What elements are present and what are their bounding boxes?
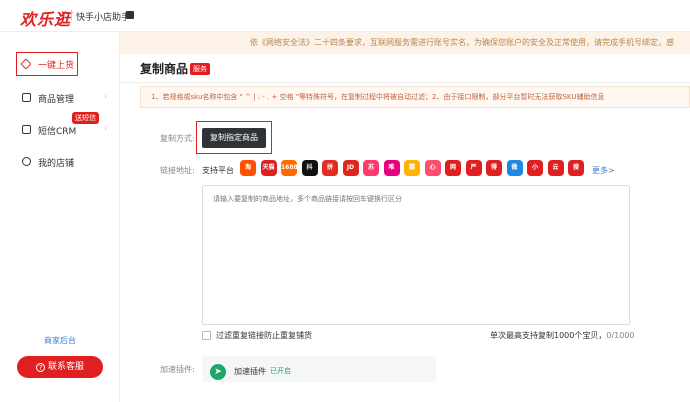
sidebar-item-label: 短信CRM xyxy=(38,127,77,137)
platform-icon[interactable]: 微 xyxy=(506,160,523,176)
supported-platforms-label: 支持平台 xyxy=(202,166,234,175)
dedupe-label: 过滤重复链接防止重复铺货 xyxy=(216,331,312,340)
platform-icon[interactable]: 淘 xyxy=(240,160,256,176)
merchant-backend-link[interactable]: 商家后台 xyxy=(0,335,120,346)
limit-count: 0/1000 xyxy=(606,331,635,340)
page-title: 复制商品 服务 xyxy=(140,60,211,77)
platform-icon[interactable]: 抖 xyxy=(301,160,318,176)
sidebar-item-label: 一键上货 xyxy=(38,61,75,71)
platform-icon[interactable]: 云 xyxy=(547,160,564,176)
plugin-name: 加速插件 xyxy=(234,367,266,376)
promo-badge: 送短信 xyxy=(72,112,99,124)
platform-icon[interactable]: 严 xyxy=(465,160,482,176)
platform-icon[interactable]: 网 xyxy=(445,160,461,176)
sidebar-item-label: 我的店铺 xyxy=(38,159,75,169)
sidebar: 一键上货 商品管理 › 短信CRM 送短信 › 我的店铺 商家后台 ? 联系客服 xyxy=(0,32,120,402)
speed-plugin-panel[interactable]: ➤ 加速插件 已开启 xyxy=(202,356,436,382)
copy-limit: 单次最高支持复制1000个宝贝，0/1000 xyxy=(490,330,635,341)
sidebar-item-my-store[interactable]: 我的店铺 xyxy=(0,150,120,174)
app-name: 快手小店助手 xyxy=(76,13,131,23)
logo-divider xyxy=(71,10,72,20)
rocket-icon: ➤ xyxy=(210,364,226,380)
contact-service-label: 联系客服 xyxy=(47,362,84,372)
copy-specific-product-button[interactable]: 复制指定商品 xyxy=(202,128,266,148)
app-logo[interactable]: 欢乐逛 xyxy=(20,6,71,30)
limit-text: 单次最高支持复制1000个宝贝， xyxy=(490,331,607,340)
mail-icon xyxy=(22,125,31,134)
platform-icon[interactable]: 心 xyxy=(424,160,441,176)
chevron-right-icon: › xyxy=(104,124,108,133)
notice-bar: 依《网络安全法》二十四条要求，互联网服务需进行账号实名，为确保您账户的安全及正常… xyxy=(120,32,690,54)
header-divider xyxy=(120,82,690,83)
platform-icon[interactable]: 苏 xyxy=(363,160,379,176)
copy-method-label: 复制方式: xyxy=(160,134,195,143)
dropdown-icon[interactable] xyxy=(126,11,134,19)
shop-icon xyxy=(22,157,31,166)
product-links-textarea[interactable] xyxy=(202,185,630,325)
sidebar-item-sms-crm[interactable]: 短信CRM 送短信 › xyxy=(0,112,120,142)
platform-icon[interactable]: 拼 xyxy=(322,160,338,176)
plugin-label: 加速插件: xyxy=(160,365,195,374)
sidebar-item-one-click-upload[interactable]: 一键上货 xyxy=(0,52,120,76)
sidebar-item-product-management[interactable]: 商品管理 › xyxy=(0,86,120,110)
platform-icon[interactable]: JD xyxy=(342,160,359,176)
chevron-right-icon: › xyxy=(104,92,108,101)
platform-icon[interactable]: 唯 xyxy=(383,160,400,176)
link-address-label: 链接地址: xyxy=(160,166,195,175)
page-title-text: 复制商品 xyxy=(140,62,189,76)
platform-icon[interactable]: 搜 xyxy=(568,160,584,176)
plugin-status: 已开启 xyxy=(270,367,291,375)
more-platforms-link[interactable]: 更多> xyxy=(592,165,615,176)
platform-icon[interactable]: 得 xyxy=(486,160,502,176)
contact-service-button[interactable]: ? 联系客服 xyxy=(17,356,103,378)
platform-icon[interactable]: 小 xyxy=(527,160,543,176)
platform-icon[interactable]: 天猫 xyxy=(260,160,277,176)
sidebar-item-label: 商品管理 xyxy=(38,95,75,105)
title-tag: 服务 xyxy=(190,63,211,75)
dedupe-checkbox[interactable] xyxy=(202,331,211,340)
box-icon xyxy=(22,93,31,102)
top-bar: 欢乐逛 快手小店助手 xyxy=(0,0,690,32)
help-icon: ? xyxy=(35,363,45,372)
tip-banner: 1、若规格或sku名称中包含 " ^ | : - . + 空格 "等特殊符号，在… xyxy=(140,86,690,108)
platform-icon[interactable]: 1688 xyxy=(281,160,297,176)
platform-icon[interactable]: 蘑 xyxy=(404,160,420,176)
